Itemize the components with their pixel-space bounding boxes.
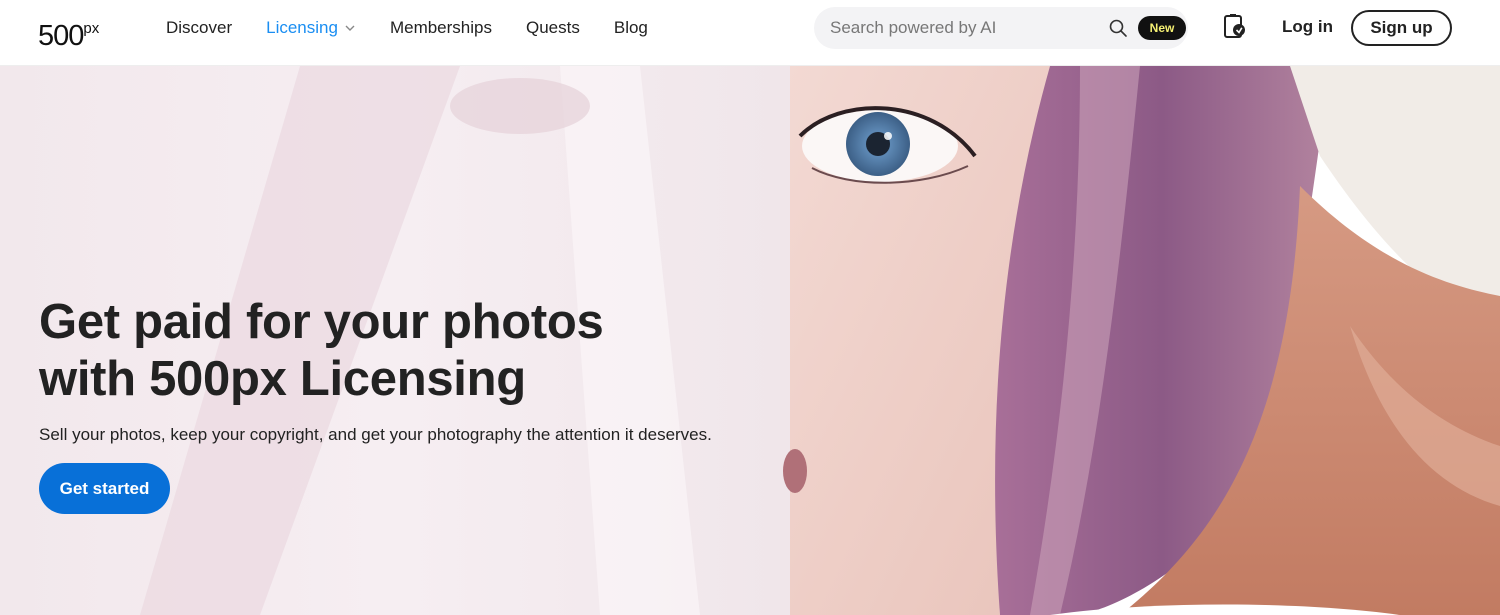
logo-sup-text: px	[83, 20, 100, 37]
search-icon[interactable]	[1108, 18, 1128, 38]
500px-logo[interactable]: 500px	[38, 14, 99, 51]
hero-subtitle: Sell your photos, keep your copyright, a…	[39, 425, 712, 444]
nav-item-label: Discover	[166, 18, 233, 37]
nav-item-quests[interactable]: Quests	[526, 18, 580, 38]
nav-item-blog[interactable]: Blog	[614, 18, 648, 38]
nav-item-memberships[interactable]: Memberships	[390, 18, 492, 38]
top-navbar: 500px Discover Licensing Memberships Que…	[0, 0, 1500, 66]
nav-item-licensing[interactable]: Licensing	[266, 18, 356, 38]
search-bar: New	[814, 7, 1188, 49]
hero-title: Get paid for your photos with 500px Lice…	[39, 294, 799, 408]
chevron-down-icon	[345, 25, 355, 31]
search-input[interactable]	[830, 18, 1100, 38]
nav-item-label: Licensing	[266, 18, 338, 37]
get-started-button[interactable]: Get started	[39, 463, 170, 514]
nav-item-label: Quests	[526, 18, 580, 37]
nav-item-label: Blog	[613, 18, 648, 37]
logo-main-text: 500	[38, 20, 84, 52]
nav-item-label: Memberships	[389, 18, 492, 37]
hero-title-line1: Get paid for your photos	[39, 295, 604, 349]
nav-item-discover[interactable]: Discover	[166, 18, 232, 38]
new-badge: New	[1138, 16, 1186, 40]
hero-section: Get paid for your photos with 500px Lice…	[0, 66, 1500, 615]
login-link[interactable]: Log in	[1282, 17, 1333, 37]
hero-title-line2: with 500px Licensing	[39, 352, 526, 406]
main-nav: Discover Licensing Memberships Quests Bl…	[166, 0, 682, 56]
licensing-cart-icon[interactable]	[1222, 13, 1248, 41]
signup-button[interactable]: Sign up	[1351, 10, 1452, 46]
